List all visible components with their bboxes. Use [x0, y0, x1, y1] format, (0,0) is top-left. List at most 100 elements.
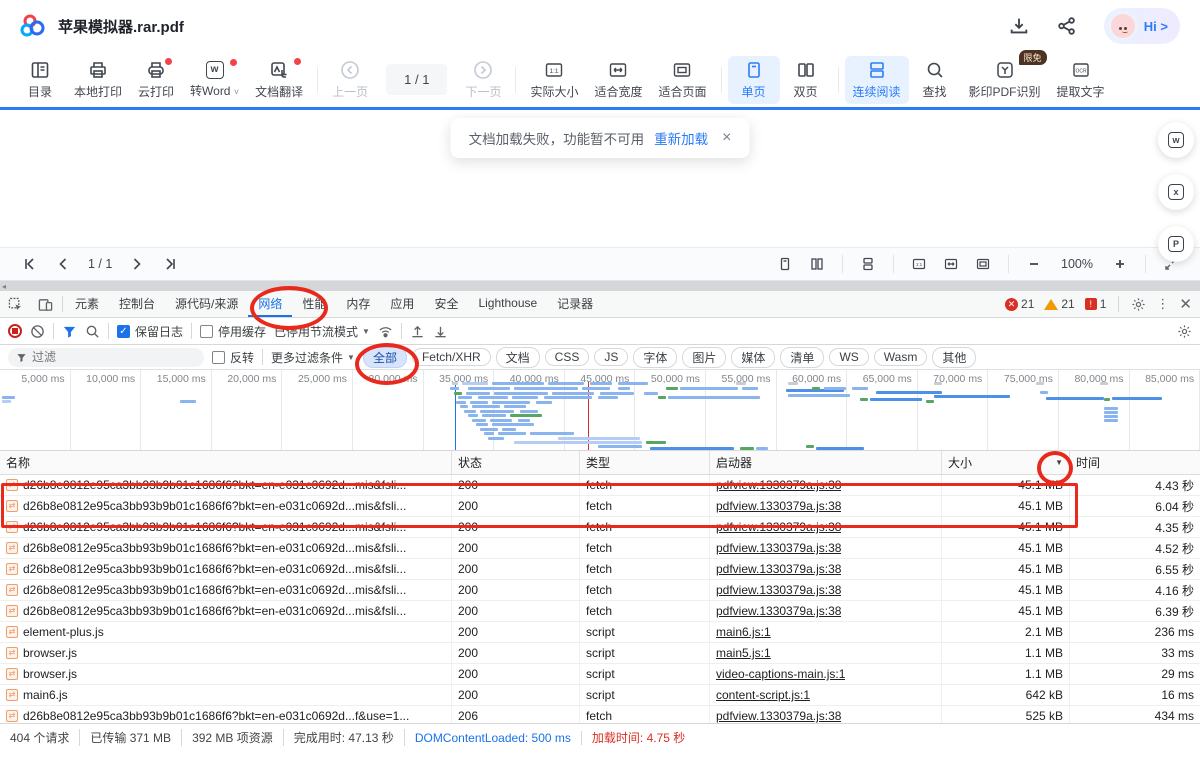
horizontal-scrollbar[interactable]: ◂: [0, 281, 1200, 291]
fit-width-small-button[interactable]: [936, 252, 966, 276]
initiator-link[interactable]: pdfview.1330379a.js:38: [716, 562, 841, 576]
column-header-initiator[interactable]: 启动器: [710, 451, 942, 474]
column-header-time[interactable]: 时间: [1070, 451, 1200, 474]
local-print-button[interactable]: 本地打印: [66, 56, 130, 104]
clear-icon[interactable]: [30, 324, 45, 339]
filter-pill[interactable]: 文档: [496, 347, 540, 368]
reload-link[interactable]: 重新加载: [654, 128, 708, 148]
request-row[interactable]: ⇄browser.js 200 script video-captions-ma…: [0, 664, 1200, 685]
more-filters-dropdown[interactable]: 更多过滤条件▼: [271, 349, 355, 366]
request-row[interactable]: ⇄main6.js 200 script content-script.js:1…: [0, 685, 1200, 706]
request-row[interactable]: ⇄element-plus.js 200 script main6.js:1 2…: [0, 622, 1200, 643]
request-row[interactable]: ⇄d26b8e0812e95ca3bb93b9b01c1686f6?bkt=en…: [0, 601, 1200, 622]
initiator-link[interactable]: pdfview.1330379a.js:38: [716, 604, 841, 618]
export-har-icon[interactable]: [433, 324, 448, 339]
request-row[interactable]: ⇄d26b8e0812e95ca3bb93b9b01c1686f6?bkt=en…: [0, 706, 1200, 723]
request-row[interactable]: ⇄d26b8e0812e95ca3bb93b9b01c1686f6?bkt=en…: [0, 475, 1200, 496]
single-page-view-button[interactable]: [770, 252, 800, 276]
initiator-link[interactable]: pdfview.1330379a.js:38: [716, 541, 841, 555]
next-page-button[interactable]: 下一页: [457, 56, 509, 104]
inspect-element-icon[interactable]: [0, 291, 30, 317]
to-word-button[interactable]: w 转Word ˅: [182, 57, 247, 103]
initiator-link[interactable]: pdfview.1330379a.js:38: [716, 499, 841, 513]
zoom-in-button[interactable]: [1105, 252, 1135, 276]
double-page-view-button[interactable]: [802, 252, 832, 276]
initiator-link[interactable]: pdfview.1330379a.js:38: [716, 583, 841, 597]
request-row[interactable]: ⇄d26b8e0812e95ca3bb93b9b01c1686f6?bkt=en…: [0, 559, 1200, 580]
filter-pill[interactable]: 媒体: [731, 347, 775, 368]
filter-pill[interactable]: 其他: [932, 347, 976, 368]
filter-input[interactable]: [32, 350, 196, 364]
filter-icon[interactable]: [62, 324, 77, 339]
actual-size-button[interactable]: 1:1 实际大小: [522, 56, 586, 104]
convert-button[interactable]: w: [1158, 122, 1194, 158]
prev-page-arrow-button[interactable]: [48, 252, 78, 276]
filter-pill[interactable]: 清单: [780, 347, 824, 368]
sort-descending-icon[interactable]: ▼: [1055, 458, 1063, 467]
devtools-tab[interactable]: 内存: [336, 291, 380, 317]
import-har-icon[interactable]: [410, 324, 425, 339]
settings-gear-icon[interactable]: [1131, 297, 1146, 312]
page-indicator[interactable]: 1 / 1: [386, 64, 447, 95]
column-header-type[interactable]: 类型: [580, 451, 710, 474]
filter-pill[interactable]: JS: [594, 348, 628, 366]
scrollbar-left-arrow[interactable]: ◂: [2, 282, 6, 291]
network-conditions-icon[interactable]: [378, 324, 393, 339]
prev-page-button[interactable]: 上一页: [324, 56, 376, 104]
fit-page-button[interactable]: 适合页面: [650, 56, 714, 104]
zoom-out-button[interactable]: [1019, 252, 1049, 276]
throttling-dropdown[interactable]: 已停用节流模式▼: [274, 323, 370, 340]
single-page-button[interactable]: 单页: [728, 56, 780, 104]
fit-width-button[interactable]: 适合宽度: [586, 56, 650, 104]
double-page-button[interactable]: 双页: [780, 56, 832, 104]
invert-checkbox[interactable]: 反转: [212, 349, 254, 366]
download-icon[interactable]: [1008, 15, 1030, 37]
devtools-tab[interactable]: 记录器: [547, 291, 603, 317]
last-page-button[interactable]: [156, 252, 186, 276]
request-row[interactable]: ⇄d26b8e0812e95ca3bb93b9b01c1686f6?bkt=en…: [0, 517, 1200, 538]
continuous-view-button[interactable]: [853, 252, 883, 276]
disable-cache-checkbox[interactable]: 停用缓存: [200, 323, 266, 340]
issue-count-badge[interactable]: !1: [1085, 297, 1107, 311]
preserve-log-checkbox[interactable]: ✓保留日志: [117, 323, 183, 340]
error-count-badge[interactable]: ✕21: [1005, 297, 1034, 311]
filter-pill[interactable]: WS: [829, 348, 868, 366]
ocr-pdf-button[interactable]: 限免 影印PDF识别: [961, 56, 1049, 104]
column-header-name[interactable]: 名称: [0, 451, 452, 474]
network-settings-gear-icon[interactable]: [1177, 324, 1192, 339]
first-page-button[interactable]: [14, 252, 44, 276]
filter-pill[interactable]: Fetch/XHR: [412, 348, 491, 366]
filter-pill[interactable]: 字体: [633, 347, 677, 368]
devtools-tab[interactable]: 应用: [380, 291, 424, 317]
devtools-tab[interactable]: 网络: [248, 291, 292, 317]
device-toolbar-icon[interactable]: [30, 291, 60, 317]
filter-pill[interactable]: 图片: [682, 347, 726, 368]
kebab-menu-icon[interactable]: ⋮: [1156, 296, 1169, 312]
catalog-button[interactable]: 目录: [14, 56, 66, 104]
column-header-size[interactable]: 大小▼: [942, 451, 1070, 474]
warning-count-badge[interactable]: 21: [1044, 297, 1074, 311]
record-button[interactable]: [8, 324, 22, 338]
initiator-link[interactable]: video-captions-main.js:1: [716, 667, 845, 681]
devtools-close-icon[interactable]: ✕: [1179, 295, 1192, 313]
initiator-link[interactable]: pdfview.1330379a.js:38: [716, 478, 841, 492]
doc-translate-button[interactable]: 文档翻译: [247, 56, 311, 104]
find-button[interactable]: 查找: [909, 56, 961, 104]
request-row[interactable]: ⇄d26b8e0812e95ca3bb93b9b01c1686f6?bkt=en…: [0, 496, 1200, 517]
share-icon[interactable]: [1056, 15, 1078, 37]
extract-text-button[interactable]: OCR 提取文字: [1049, 56, 1113, 104]
initiator-link[interactable]: pdfview.1330379a.js:38: [716, 520, 841, 534]
column-header-status[interactable]: 状态: [452, 451, 580, 474]
cloud-print-button[interactable]: 云打印: [130, 56, 182, 104]
next-page-arrow-button[interactable]: [122, 252, 152, 276]
request-row[interactable]: ⇄browser.js 200 script main5.js:1 1.1 MB…: [0, 643, 1200, 664]
actual-size-small-button[interactable]: 1:1: [904, 252, 934, 276]
convert-button[interactable]: x: [1158, 174, 1194, 210]
filter-pill[interactable]: CSS: [545, 348, 590, 366]
devtools-tab[interactable]: 控制台: [109, 291, 165, 317]
devtools-tab[interactable]: Lighthouse: [468, 291, 547, 317]
convert-button[interactable]: P: [1158, 226, 1194, 262]
devtools-tab[interactable]: 元素: [65, 291, 109, 317]
close-icon[interactable]: ×: [722, 129, 731, 147]
initiator-link[interactable]: main6.js:1: [716, 625, 771, 639]
